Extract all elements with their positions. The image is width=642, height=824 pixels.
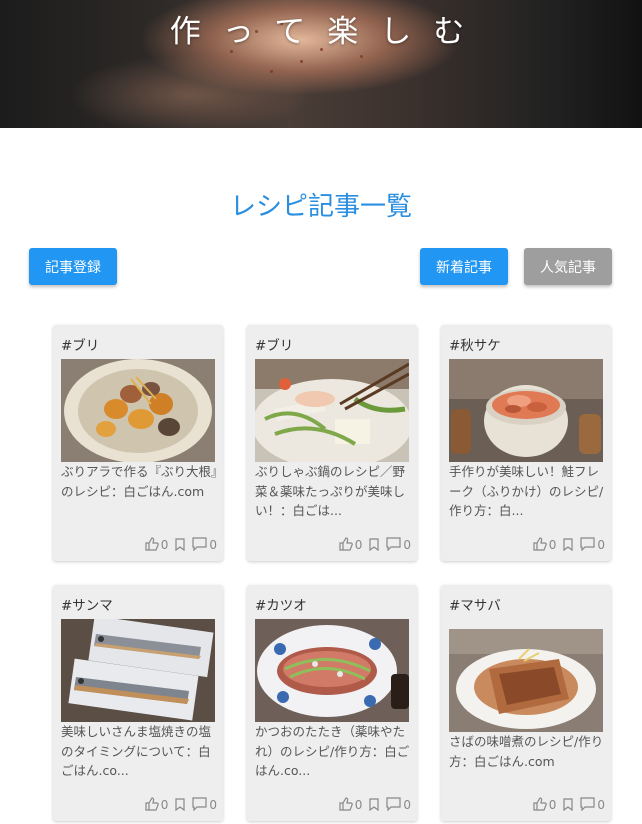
comment-icon [580,537,595,551]
card-title[interactable]: 手作りが美味しい！鮭フレーク（ふりかけ）のレシピ/作り方：白... [449,462,607,521]
comment-count: 0 [209,798,217,812]
card-stats: 0 0 [527,797,605,811]
recipe-card[interactable]: #サンマ 美味しいさんま塩焼きの塩のタイミングについて：白ごはん.co... 0… [53,585,223,821]
like-count: 0 [160,538,169,552]
recipe-card[interactable]: #秋サケ 手作りが美味しい！鮭フレーク（ふりかけ）のレシピ/作り方：白... 0… [441,325,611,561]
bookmark-icon [175,538,185,551]
hero-banner: 作って楽しむ [0,0,642,128]
comment-count: 0 [403,538,411,552]
recipe-image[interactable] [61,359,215,462]
like-count: 0 [548,538,557,552]
bookmark-stat[interactable] [174,798,186,811]
register-article-button[interactable]: 記事登録 [29,248,117,285]
like-count: 0 [354,798,363,812]
like-stat[interactable]: 0 [145,537,169,552]
card-title[interactable]: ぶりアラで作る『ぶり大根』のレシピ：白ごはん.com [61,462,219,501]
like-stat[interactable]: 0 [533,797,557,812]
comment-icon [386,537,401,551]
bookmark-icon [175,798,185,811]
comment-stat[interactable]: 0 [580,797,605,811]
bookmark-stat[interactable] [368,538,380,551]
recipe-card[interactable]: #カツオ かつおのたたき（薬味やたれ）のレシピ/作り方：白ごはん.co... 0 [247,585,417,821]
hero-title: 作って楽しむ [169,14,487,50]
comment-stat[interactable]: 0 [386,537,411,551]
thumbs-up-icon [339,537,353,551]
card-stats: 0 0 [139,537,217,551]
card-stats: 0 0 [333,537,411,551]
comment-icon [192,797,207,811]
recipe-image[interactable] [255,359,409,462]
card-tag[interactable]: #秋サケ [449,334,501,354]
like-stat[interactable]: 0 [145,797,169,812]
thumbs-up-icon [533,797,547,811]
recipe-image[interactable] [449,359,603,462]
card-tag[interactable]: #ブリ [255,334,293,354]
recipe-image[interactable] [255,619,409,722]
new-articles-button[interactable]: 新着記事 [420,248,508,285]
thumbs-up-icon [533,537,547,551]
bookmark-stat[interactable] [562,798,574,811]
card-title[interactable]: さばの味噌煮のレシピ/作り方：白ごはん.com [449,732,607,771]
like-stat[interactable]: 0 [339,797,363,812]
card-stats: 0 0 [333,797,411,811]
card-tag[interactable]: #ブリ [61,334,99,354]
comment-icon [192,537,207,551]
card-tag[interactable]: #カツオ [255,594,307,614]
thumbs-up-icon [145,537,159,551]
thumbs-up-icon [339,797,353,811]
recipe-card[interactable]: #ブリ ぶりアラで作る『ぶり大根』のレシピ：白ごはん.com 0 0 [53,325,223,561]
bookmark-icon [563,798,573,811]
card-title[interactable]: ぶりしゃぶ鍋のレシピ／野菜＆薬味たっぷりが美味しい！：白ごは... [255,462,413,521]
comment-stat[interactable]: 0 [580,537,605,551]
comment-icon [580,797,595,811]
like-count: 0 [160,798,169,812]
comment-stat[interactable]: 0 [386,797,411,811]
comment-stat[interactable]: 0 [192,797,217,811]
card-title[interactable]: かつおのたたき（薬味やたれ）のレシピ/作り方：白ごはん.co... [255,722,413,781]
bookmark-stat[interactable] [174,538,186,551]
comment-count: 0 [209,538,217,552]
like-count: 0 [548,798,557,812]
bookmark-icon [563,538,573,551]
comment-count: 0 [597,538,605,552]
like-count: 0 [354,538,363,552]
recipe-image[interactable] [449,629,603,732]
card-stats: 0 0 [139,797,217,811]
section-title: レシピ記事一覧 [229,192,412,222]
like-stat[interactable]: 0 [533,537,557,552]
thumbs-up-icon [145,797,159,811]
comment-icon [386,797,401,811]
card-tag[interactable]: #マサバ [449,594,501,614]
like-stat[interactable]: 0 [339,537,363,552]
recipe-card[interactable]: #ブリ ぶりしゃぶ鍋のレシピ／野菜＆薬味たっぷりが美味しい！：白ごは... 0 … [247,325,417,561]
card-title[interactable]: 美味しいさんま塩焼きの塩のタイミングについて：白ごはん.co... [61,722,219,781]
card-tag[interactable]: #サンマ [61,594,113,614]
comment-stat[interactable]: 0 [192,537,217,551]
recipe-image[interactable] [61,619,215,722]
popular-articles-button[interactable]: 人気記事 [524,248,612,285]
bookmark-icon [369,538,379,551]
card-stats: 0 0 [527,537,605,551]
bookmark-stat[interactable] [368,798,380,811]
comment-count: 0 [597,798,605,812]
comment-count: 0 [403,798,411,812]
bookmark-stat[interactable] [562,538,574,551]
bookmark-icon [369,798,379,811]
recipe-card[interactable]: #マサバ さばの味噌煮のレシピ/作り方：白ごはん.com 0 0 [441,585,611,821]
